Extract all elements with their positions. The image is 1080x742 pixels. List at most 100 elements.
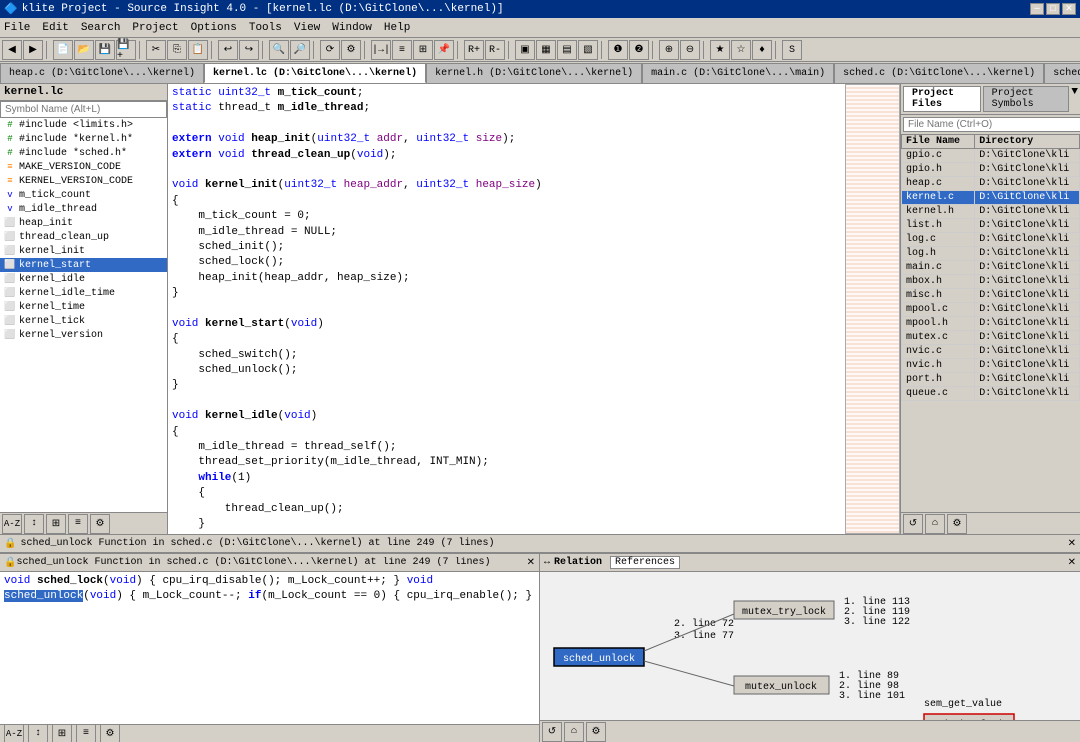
sym-kernel-tick[interactable]: ⬜ kernel_tick <box>0 314 167 328</box>
sort-bottom[interactable]: ↕ <box>28 724 48 742</box>
sym-kernel-version-code[interactable]: ≡ KERNEL_VERSION_CODE <box>0 174 167 188</box>
menu-project[interactable]: Project <box>132 22 178 34</box>
menu-help[interactable]: Help <box>384 22 410 34</box>
tb22[interactable]: ☆ <box>731 40 751 60</box>
close-button[interactable]: ✕ <box>1062 3 1076 15</box>
sym-kernel-time[interactable]: ⬜ kernel_time <box>0 300 167 314</box>
sym-kernel-init[interactable]: ⬜ kernel_init <box>0 244 167 258</box>
copy-button[interactable]: ⎘ <box>167 40 187 60</box>
tb13[interactable]: ▣ <box>515 40 535 60</box>
menu-view[interactable]: View <box>294 22 320 34</box>
menu-window[interactable]: Window <box>332 22 372 34</box>
sym-tick-count[interactable]: v m_tick_count <box>0 188 167 202</box>
node-mutex-try-lock-label[interactable]: mutex_try_lock <box>742 606 826 618</box>
file-search-input[interactable] <box>903 117 1080 132</box>
file-row[interactable]: heap.cD:\GitClone\kli <box>902 177 1080 191</box>
file-row[interactable]: mutex.cD:\GitClone\kli <box>902 331 1080 345</box>
tb24[interactable]: S <box>782 40 802 60</box>
filter-button[interactable]: ⊞ <box>46 514 66 534</box>
br-btn1[interactable]: ↺ <box>542 722 562 742</box>
sym-kernel-idle-time[interactable]: ⬜ kernel_idle_time <box>0 286 167 300</box>
tb23[interactable]: ♦ <box>752 40 772 60</box>
file-row[interactable]: log.cD:\GitClone\kli <box>902 233 1080 247</box>
tab-kernel-lc[interactable]: kernel.lc (D:\GitClone\...\kernel) <box>204 63 426 83</box>
az-sort-button[interactable]: A-Z <box>2 514 22 534</box>
list-bottom[interactable]: ≡ <box>76 724 96 742</box>
file-row[interactable]: misc.hD:\GitClone\kli <box>902 289 1080 303</box>
sym-include-sched[interactable]: # #include *sched.h* <box>0 146 167 160</box>
sym-heap-init[interactable]: ⬜ heap_init <box>0 216 167 230</box>
file-row[interactable]: gpio.cD:\GitClone\kli <box>902 149 1080 163</box>
tb8[interactable]: ≡ <box>392 40 412 60</box>
file-row[interactable]: nvic.hD:\GitClone\kli <box>902 359 1080 373</box>
settings-button[interactable]: ⚙ <box>90 514 110 534</box>
save-button[interactable]: 💾 <box>95 40 115 60</box>
tb20[interactable]: ⊖ <box>680 40 700 60</box>
build-button[interactable]: ⚙ <box>341 40 361 60</box>
tb19[interactable]: ⊕ <box>659 40 679 60</box>
file-row[interactable]: gpio.hD:\GitClone\kli <box>902 163 1080 177</box>
project-files-tab[interactable]: Project Files <box>903 86 981 112</box>
back-button[interactable]: ◀ <box>2 40 22 60</box>
tab-sched-h[interactable]: sched.h (D:\GitClone\...\kernel) <box>1044 63 1080 83</box>
right-panel-menu-button[interactable]: ▼ <box>1071 86 1078 112</box>
open-button[interactable]: 📂 <box>74 40 94 60</box>
tb14[interactable]: ▦ <box>536 40 556 60</box>
sync-button[interactable]: ⟳ <box>320 40 340 60</box>
find-ref-button[interactable]: 🔎 <box>290 40 310 60</box>
sym-thread-clean[interactable]: ⬜ thread_clean_up <box>0 230 167 244</box>
file-row[interactable]: kernel.cD:\GitClone\kli <box>902 191 1080 205</box>
cut-button[interactable]: ✂ <box>146 40 166 60</box>
tb9[interactable]: ⊞ <box>413 40 433 60</box>
symbol-search-input[interactable] <box>0 101 167 118</box>
br-btn2[interactable]: ⌂ <box>564 722 584 742</box>
settings-bottom[interactable]: ⚙ <box>100 724 120 742</box>
bottom-right-close[interactable]: ✕ <box>1068 557 1076 569</box>
tb16[interactable]: ▧ <box>578 40 598 60</box>
tab-kernel-h[interactable]: kernel.h (D:\GitClone\...\kernel) <box>426 63 642 83</box>
search-button[interactable]: 🔍 <box>269 40 289 60</box>
tb7[interactable]: |→| <box>371 40 391 60</box>
node-sched-unlock-ref-label[interactable]: sched_unlock <box>933 719 1005 720</box>
node-mutex-unlock-label[interactable]: mutex_unlock <box>745 681 817 693</box>
tb12[interactable]: R- <box>485 40 505 60</box>
sym-include-limits[interactable]: # #include <limits.h> <box>0 118 167 132</box>
menu-edit[interactable]: Edit <box>42 22 68 34</box>
menu-search[interactable]: Search <box>81 22 121 34</box>
az-sort-bottom[interactable]: A-Z <box>4 724 24 742</box>
references-tab[interactable]: References <box>610 556 680 569</box>
file-row[interactable]: port.hD:\GitClone\kli <box>902 373 1080 387</box>
file-row[interactable]: main.cD:\GitClone\kli <box>902 261 1080 275</box>
file-row[interactable]: mbox.hD:\GitClone\kli <box>902 275 1080 289</box>
filter-bottom[interactable]: ⊞ <box>52 724 72 742</box>
br-settings[interactable]: ⚙ <box>586 722 606 742</box>
file-row[interactable]: nvic.cD:\GitClone\kli <box>902 345 1080 359</box>
home-button[interactable]: ⌂ <box>925 514 945 534</box>
minimize-button[interactable]: ─ <box>1030 3 1044 15</box>
tab-sched-c[interactable]: sched.c (D:\GitClone\...\kernel) <box>834 63 1044 83</box>
file-row[interactable]: mpool.cD:\GitClone\kli <box>902 303 1080 317</box>
menu-tools[interactable]: Tools <box>249 22 282 34</box>
menu-file[interactable]: File <box>4 22 30 34</box>
new-button[interactable]: 📄 <box>53 40 73 60</box>
bottom-close-button[interactable]: ✕ <box>527 557 535 569</box>
sym-idle-thread[interactable]: v m_idle_thread <box>0 202 167 216</box>
sort-order-button[interactable]: ↕ <box>24 514 44 534</box>
file-row[interactable]: log.hD:\GitClone\kli <box>902 247 1080 261</box>
list-view-button[interactable]: ≡ <box>68 514 88 534</box>
file-row[interactable]: kernel.hD:\GitClone\kli <box>902 205 1080 219</box>
rp-settings-button[interactable]: ⚙ <box>947 514 967 534</box>
tb17[interactable]: ❶ <box>608 40 628 60</box>
file-row[interactable]: queue.cD:\GitClone\kli <box>902 387 1080 401</box>
file-row[interactable]: mpool.hD:\GitClone\kli <box>902 317 1080 331</box>
undo-button[interactable]: ↩ <box>218 40 238 60</box>
tab-heap-c[interactable]: heap.c (D:\GitClone\...\kernel) <box>0 63 204 83</box>
tb11[interactable]: R+ <box>464 40 484 60</box>
sym-kernel-idle[interactable]: ⬜ kernel_idle <box>0 272 167 286</box>
sym-kernel-start[interactable]: ⬜ kernel_start <box>0 258 167 272</box>
bottom-code-content[interactable]: void sched_lock(void) { cpu_irq_disable(… <box>0 572 539 724</box>
tab-main-c[interactable]: main.c (D:\GitClone\...\main) <box>642 63 834 83</box>
refresh-button[interactable]: ↺ <box>903 514 923 534</box>
redo-button[interactable]: ↪ <box>239 40 259 60</box>
maximize-button[interactable]: □ <box>1046 3 1060 15</box>
